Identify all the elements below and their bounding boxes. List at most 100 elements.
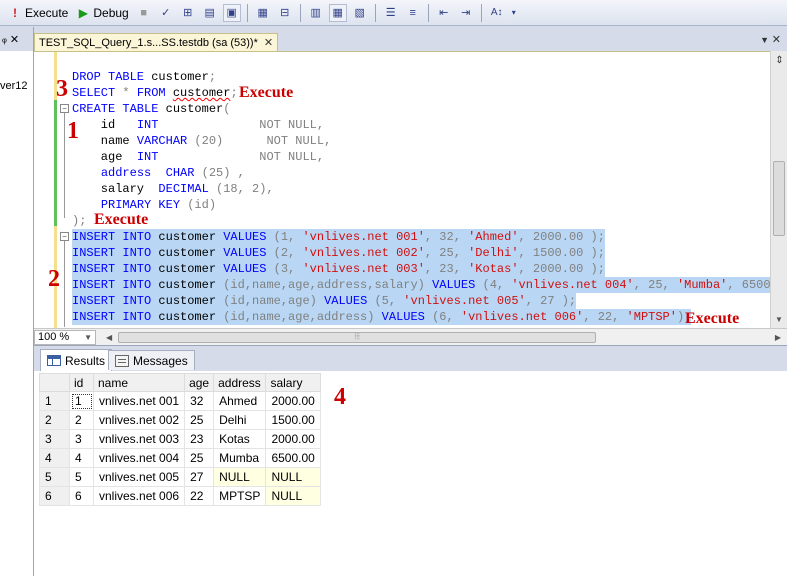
results-to-text-icon[interactable]: ▥	[307, 4, 325, 22]
code-line[interactable]: DROP TABLE customer;	[72, 69, 216, 85]
close-tab-icon[interactable]: ✕	[264, 36, 273, 49]
scroll-down-icon[interactable]: ▼	[775, 315, 783, 324]
tab-results[interactable]: Results	[40, 349, 113, 371]
grid-cell[interactable]: 23	[184, 429, 215, 449]
grid-cell[interactable]: vnlives.net 006	[92, 486, 186, 506]
code-line[interactable]: INSERT INTO customer VALUES (3, 'vnlives…	[72, 261, 605, 277]
fold-toggle-icon[interactable]: −	[60, 232, 69, 241]
results-grid[interactable]: id name age address salary 1 1 vnlives.net…	[39, 373, 321, 506]
grid-cell[interactable]: 4	[69, 448, 94, 468]
grid-cell[interactable]: 5	[69, 467, 94, 487]
scroll-thumb[interactable]	[773, 161, 785, 236]
code-line[interactable]: CREATE TABLE customer(	[72, 101, 230, 117]
fold-toggle-icon[interactable]: −	[60, 104, 69, 113]
outdent-icon[interactable]: ⇤	[435, 4, 453, 22]
grid-cell[interactable]: Kotas	[213, 429, 267, 449]
grid-cell[interactable]: 22	[184, 486, 215, 506]
code-line[interactable]: INSERT INTO customer VALUES (1, 'vnlives…	[72, 229, 605, 245]
row-number-cell[interactable]: 4	[39, 448, 70, 468]
indent-icon[interactable]: ⇥	[457, 4, 475, 22]
table-row[interactable]: 3 3 vnlives.net 003 23 Kotas 2000.00	[39, 429, 321, 449]
debug-button[interactable]: ▶ Debug	[72, 3, 132, 23]
grid-cell[interactable]: 2	[69, 410, 94, 430]
grid-cell[interactable]: 6	[69, 486, 94, 506]
uncomment-icon[interactable]: ≡	[404, 4, 422, 22]
row-number-cell[interactable]: 2	[39, 410, 70, 430]
grid-cell[interactable]: 2000.00	[265, 391, 321, 411]
close-window-icon[interactable]: ✕	[772, 33, 781, 46]
display-plan-icon[interactable]: ▤	[201, 4, 219, 22]
grid-cell[interactable]: 25	[184, 410, 215, 430]
grid-cell[interactable]: 27	[184, 467, 215, 487]
table-row[interactable]: 4 4 vnlives.net 004 25 Mumba 6500.00	[39, 448, 321, 468]
grid-cell[interactable]: 32	[184, 391, 215, 411]
code-line[interactable]: );	[72, 213, 86, 229]
table-row[interactable]: 1 1 vnlives.net 001 32 Ahmed 2000.00	[39, 391, 321, 411]
grid-cell[interactable]: 6500.00	[265, 448, 321, 468]
splitter-icon[interactable]: ⇕	[774, 55, 785, 67]
grid-cell[interactable]: Delhi	[213, 410, 267, 430]
code-line[interactable]: age INT NOT NULL,	[72, 149, 324, 165]
grid-cell[interactable]: vnlives.net 003	[92, 429, 186, 449]
specify-values-icon[interactable]: A↕	[488, 4, 506, 22]
table-row[interactable]: 2 2 vnlives.net 002 25 Delhi 1500.00	[39, 410, 321, 430]
include-plan-icon[interactable]: ▦	[254, 4, 272, 22]
grid-cell[interactable]: 2000.00	[265, 429, 321, 449]
code-line[interactable]: salary DECIMAL (18, 2),	[72, 181, 274, 197]
grid-cell[interactable]: Ahmed	[213, 391, 267, 411]
column-header[interactable]: name	[92, 373, 186, 392]
column-header[interactable]: address	[213, 373, 267, 392]
grid-cell[interactable]: NULL	[265, 486, 321, 506]
server-node-label[interactable]: ver12	[0, 80, 28, 92]
stop-icon[interactable]: ■	[135, 4, 153, 22]
column-header[interactable]: age	[184, 373, 215, 392]
grid-cell[interactable]: 3	[69, 429, 94, 449]
code-line[interactable]: name VARCHAR (20) NOT NULL,	[72, 133, 331, 149]
sql-editor[interactable]: − − DROP TABLE customer; SELECT * FROM cu…	[34, 51, 787, 328]
results-to-grid-icon[interactable]: ▦	[328, 3, 347, 22]
row-number-cell[interactable]: 3	[39, 429, 70, 449]
editor-vertical-scrollbar[interactable]: ⇕ ▼	[770, 51, 787, 328]
zoom-select[interactable]: 100 % ▼	[34, 329, 96, 345]
row-number-cell[interactable]: 1	[39, 391, 70, 411]
code-line[interactable]: SELECT * FROM customer;	[72, 85, 238, 101]
grid-cell[interactable]: vnlives.net 002	[92, 410, 186, 430]
column-header[interactable]: id	[69, 373, 94, 392]
execute-button[interactable]: ! Execute	[4, 3, 72, 23]
table-row[interactable]: 6 6 vnlives.net 006 22 MPTSP NULL	[39, 486, 321, 506]
code-line[interactable]: INSERT INTO customer (id,name,age,addres…	[72, 277, 787, 293]
parse-icon[interactable]: ⊞	[179, 4, 197, 22]
grid-cell[interactable]: NULL	[213, 467, 267, 487]
column-header[interactable]: salary	[265, 373, 321, 392]
horizontal-scroll-thumb[interactable]: ⦙⦙⦙	[118, 331, 597, 343]
row-number-cell[interactable]: 6	[39, 486, 70, 506]
client-stats-icon[interactable]: ⊟	[276, 4, 294, 22]
grid-cell[interactable]: MPTSP	[213, 486, 267, 506]
tab-messages[interactable]: Messages	[108, 350, 195, 370]
grid-cell[interactable]: NULL	[265, 467, 321, 487]
code-line[interactable]: id INT NOT NULL,	[72, 117, 324, 133]
pin-icon[interactable]: ᵩ	[2, 33, 7, 45]
code-line[interactable]: INSERT INTO customer (id,name,age) VALUE…	[72, 293, 577, 309]
code-line[interactable]: INSERT INTO customer VALUES (2, 'vnlives…	[72, 245, 605, 261]
scroll-left-icon[interactable]: ◀	[106, 333, 112, 342]
grid-cell[interactable]: 25	[184, 448, 215, 468]
code-line[interactable]: INSERT INTO customer (id,name,age,addres…	[72, 309, 692, 325]
grid-cell[interactable]: vnlives.net 004	[92, 448, 186, 468]
close-icon[interactable]: ✕	[10, 33, 19, 46]
query-document-tab[interactable]: TEST_SQL_Query_1.s...SS.testdb (sa (53))…	[34, 33, 278, 51]
row-number-cell[interactable]: 5	[39, 467, 70, 487]
grid-cell[interactable]: vnlives.net 005	[92, 467, 186, 487]
code-line[interactable]: address CHAR (25) ,	[72, 165, 245, 181]
grid-cell[interactable]: 1	[69, 391, 94, 411]
table-row[interactable]: 5 5 vnlives.net 005 27 NULL NULL	[39, 467, 321, 487]
chevron-down-icon[interactable]: ▼	[760, 35, 769, 45]
toolbar-overflow-icon[interactable]: ▾	[510, 4, 518, 22]
grid-cell[interactable]: 1500.00	[265, 410, 321, 430]
results-to-file-icon[interactable]: ▧	[351, 4, 369, 22]
grid-cell[interactable]: vnlives.net 001	[92, 391, 186, 411]
check-icon[interactable]: ✓	[157, 4, 175, 22]
query-options-icon[interactable]: ▣	[222, 3, 241, 22]
comment-icon[interactable]: ☰	[382, 4, 400, 22]
grid-cell[interactable]: Mumba	[213, 448, 267, 468]
